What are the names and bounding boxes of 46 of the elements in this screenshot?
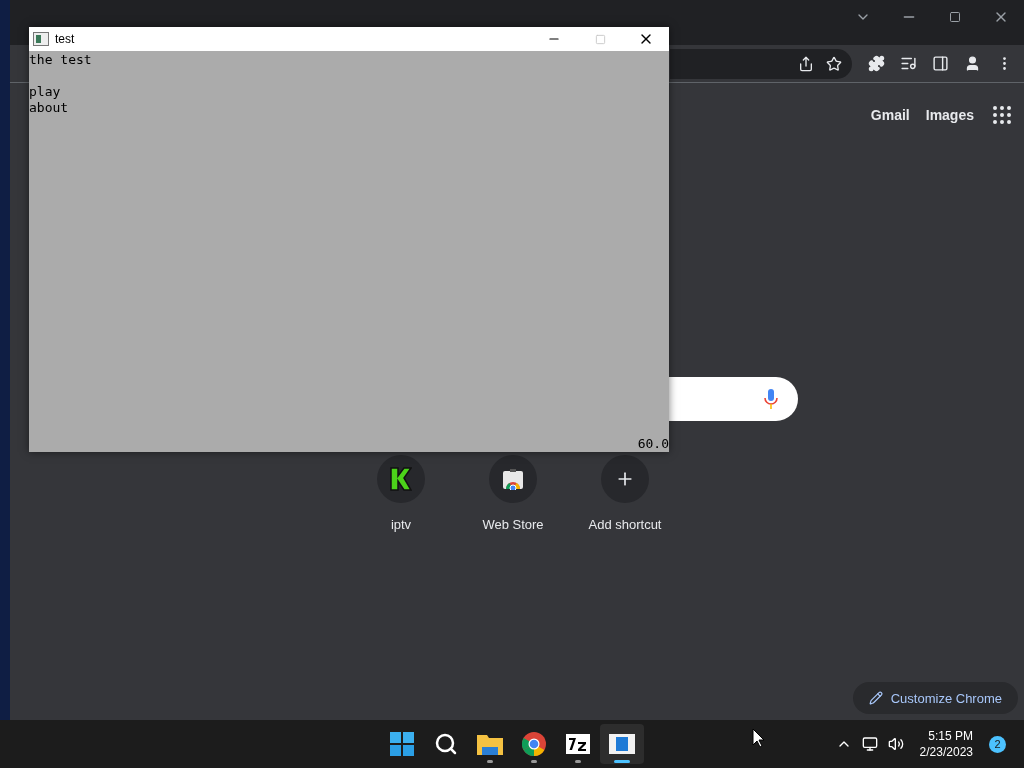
menu-item[interactable]: play bbox=[29, 84, 61, 100]
shortcut-tile[interactable]: Add shortcut bbox=[577, 455, 673, 532]
customize-button[interactable]: Customize Chrome bbox=[852, 682, 1018, 714]
header-link[interactable]: Images bbox=[925, 107, 974, 123]
maximize-icon[interactable] bbox=[949, 11, 961, 23]
chrome-logo-icon bbox=[522, 732, 546, 756]
app-window-icon bbox=[609, 734, 635, 754]
media-list-icon[interactable] bbox=[899, 55, 917, 72]
shortcut-tile[interactable]: Web Store bbox=[465, 455, 561, 532]
network-icon[interactable] bbox=[861, 736, 878, 752]
menu-item[interactable]: about bbox=[29, 100, 69, 116]
pencil-icon bbox=[868, 691, 883, 705]
share-icon[interactable] bbox=[798, 55, 814, 72]
maximize-icon bbox=[594, 33, 606, 45]
clock-date[interactable]: 2/23/2023 bbox=[919, 744, 973, 760]
windows-logo-icon bbox=[390, 732, 414, 756]
archive-app-icon bbox=[566, 734, 590, 754]
search-field[interactable] bbox=[666, 377, 798, 421]
shortcut-label: Web Store bbox=[482, 517, 544, 532]
shortcut-label: iptv bbox=[390, 517, 412, 532]
web-store-icon bbox=[502, 468, 524, 490]
notification-badge[interactable]: 2 bbox=[989, 735, 1006, 753]
star-icon[interactable] bbox=[826, 55, 842, 72]
apps-grid-icon[interactable] bbox=[990, 103, 1014, 127]
side-panel-icon[interactable] bbox=[931, 55, 949, 72]
running-indicator bbox=[487, 760, 493, 763]
microphone-icon[interactable] bbox=[764, 389, 778, 409]
search-icon bbox=[434, 732, 458, 756]
fps-counter: 60.0 bbox=[637, 436, 669, 452]
running-indicator bbox=[531, 760, 537, 763]
window-icon bbox=[33, 32, 49, 46]
taskbar-app-button[interactable] bbox=[600, 724, 644, 764]
window-title: test bbox=[55, 32, 76, 46]
address-bar[interactable] bbox=[670, 48, 852, 79]
folder-icon bbox=[477, 733, 503, 755]
letter-k-logo-icon bbox=[390, 467, 412, 491]
game-title: the test bbox=[29, 52, 92, 68]
running-indicator bbox=[614, 760, 630, 763]
mouse-cursor-icon bbox=[752, 728, 765, 748]
puzzle-icon[interactable] bbox=[867, 55, 885, 72]
shortcut-tile[interactable]: iptv bbox=[353, 455, 449, 532]
header-link[interactable]: Gmail bbox=[870, 107, 910, 123]
shortcut-label: Add shortcut bbox=[588, 517, 662, 532]
clock-time[interactable]: 5:15 PM bbox=[928, 728, 973, 744]
running-indicator bbox=[575, 760, 581, 763]
volume-icon[interactable] bbox=[887, 736, 904, 752]
